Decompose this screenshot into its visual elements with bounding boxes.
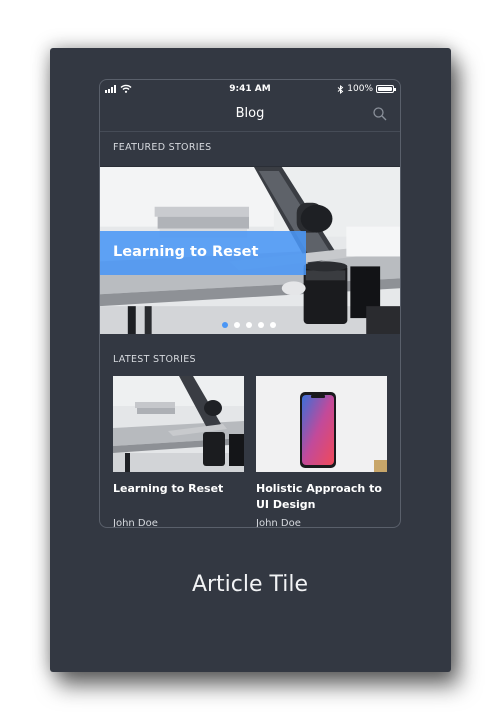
story-title[interactable]: Learning to Reset [113, 481, 244, 497]
story-author: John Doe [113, 518, 158, 528]
story-thumbnail [113, 376, 244, 472]
phone-frame: 9:41 AM 100% Blog FEATURED STORIES Learn… [99, 79, 401, 528]
bluetooth-icon [337, 84, 344, 94]
story-thumbnail [256, 376, 387, 472]
carousel-dot-2[interactable] [234, 322, 240, 328]
battery-percent: 100% [347, 84, 373, 94]
story-author: John Doe [256, 518, 301, 528]
nav-bar: Blog [100, 100, 400, 132]
page-title: Blog [235, 106, 265, 121]
carousel-dot-5[interactable] [270, 322, 276, 328]
story-tile[interactable]: Holistic Approach to UI Design John Doe [256, 376, 387, 527]
featured-section-label: FEATURED STORIES [113, 142, 212, 153]
carousel-dot-3[interactable] [246, 322, 252, 328]
story-tile[interactable]: Learning to Reset John Doe [113, 376, 244, 527]
caption-title: Article Tile [191, 572, 309, 597]
carousel-pagination [222, 322, 276, 328]
status-bar: 9:41 AM 100% [100, 80, 400, 100]
carousel-dot-1[interactable] [222, 322, 228, 328]
search-icon[interactable] [372, 106, 388, 122]
featured-carousel[interactable]: Learning to Reset [100, 166, 400, 334]
latest-section-label: LATEST STORIES [113, 354, 196, 365]
carousel-dot-4[interactable] [258, 322, 264, 328]
story-title[interactable]: Holistic Approach to UI Design [256, 481, 387, 513]
featured-story-title[interactable]: Learning to Reset [113, 244, 258, 260]
status-right: 100% [337, 84, 396, 94]
battery-icon [376, 85, 396, 93]
